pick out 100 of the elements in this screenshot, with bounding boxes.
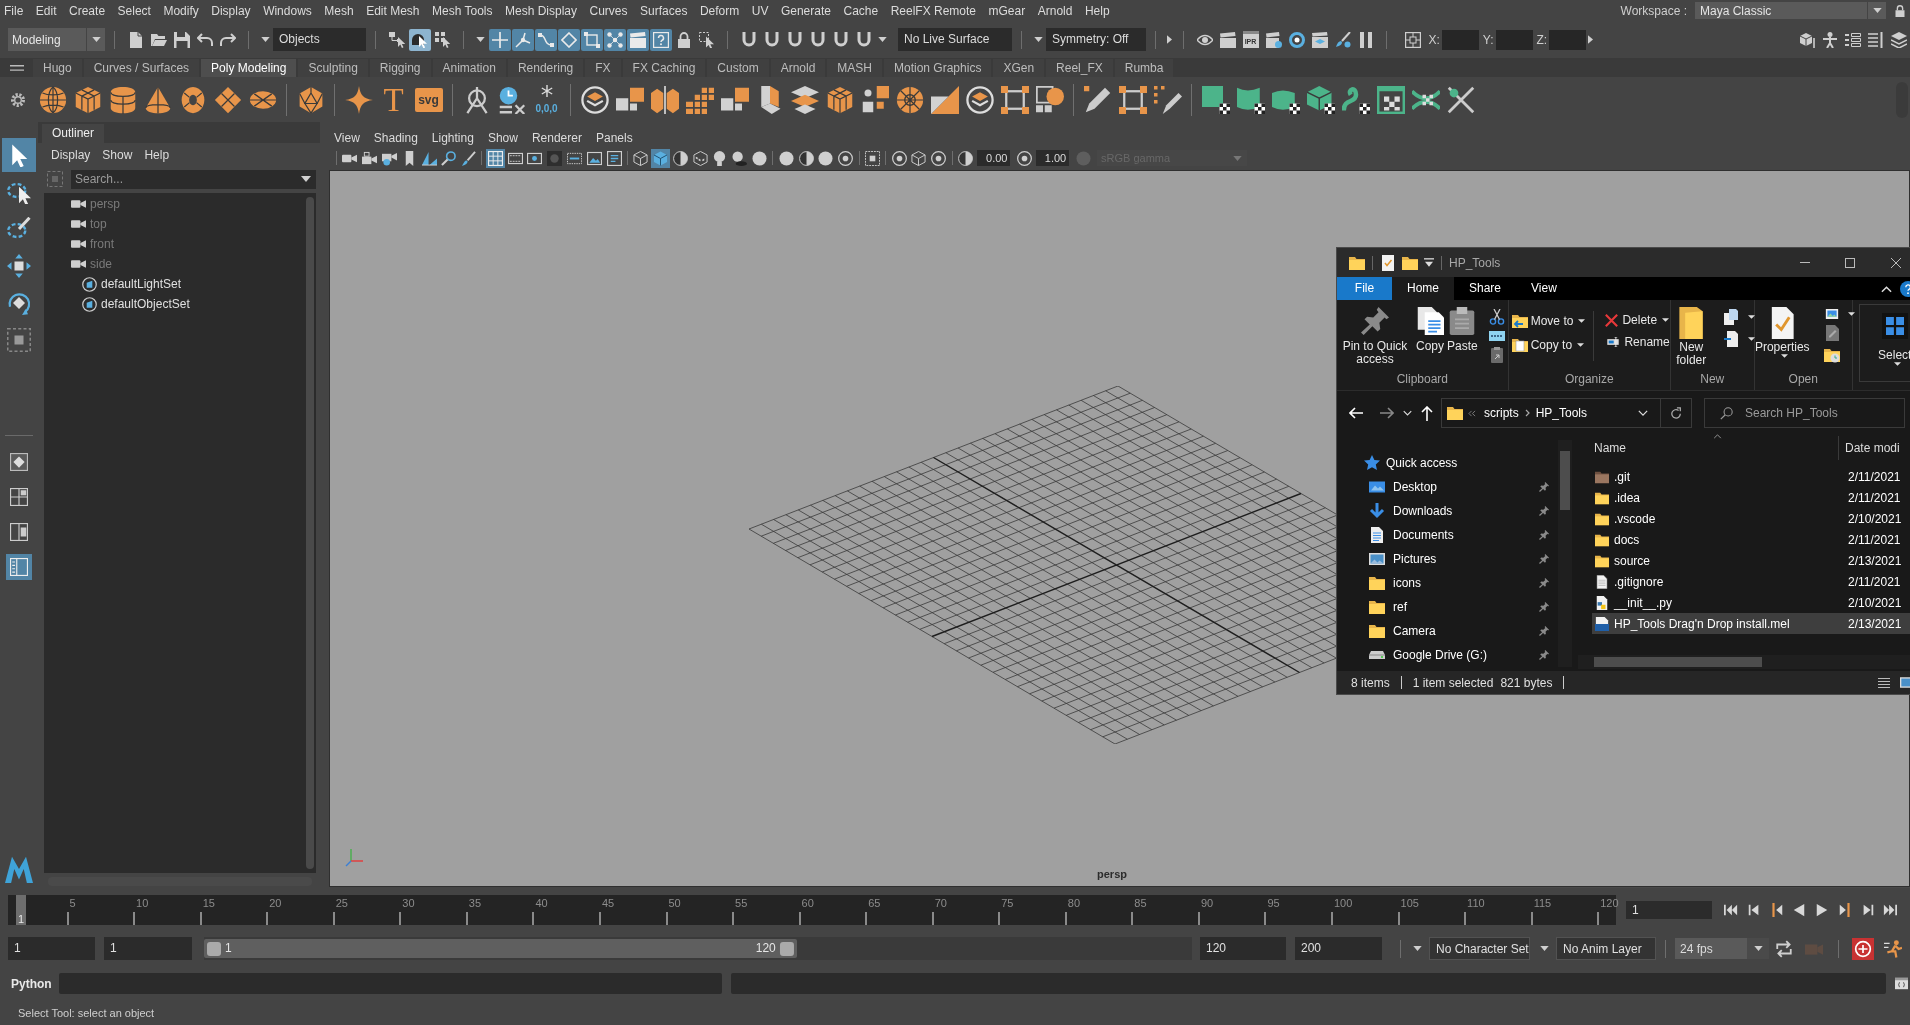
maximize-icon[interactable] (1845, 257, 1855, 268)
column-header[interactable]: Date modi (1845, 441, 1900, 455)
shelf-tab[interactable]: Animation (432, 59, 506, 77)
fps-dropdown[interactable]: 24 fps (1675, 938, 1769, 959)
clipboard-icon[interactable] (1448, 307, 1477, 335)
selection-mask-field[interactable]: Objects (273, 28, 366, 51)
anim-layer-field[interactable]: No Anim Layer (1556, 937, 1656, 960)
time-slider[interactable]: 1 5 10 15 20 25 30 35 40 45 50 55 60 65 70 75 80 85 90 95 100 105 110 115 120 (8, 895, 1616, 925)
skip-to-end-icon[interactable] (1883, 903, 1898, 917)
camera-icon[interactable] (71, 219, 86, 229)
wedge-icon[interactable] (930, 85, 959, 114)
gamma-field[interactable]: 1.00 (1036, 150, 1070, 166)
caret-icon[interactable] (1413, 946, 1422, 951)
menu-item[interactable]: Generate (780, 3, 831, 18)
caret-icon[interactable] (261, 37, 270, 42)
shelf-tab[interactable]: Rendering (507, 59, 584, 77)
menu-item[interactable]: Mesh (324, 3, 354, 18)
stacked-tiles-icon[interactable] (790, 85, 819, 114)
set-icon[interactable] (82, 296, 97, 312)
rename-button[interactable]: Rename (1602, 335, 1670, 349)
script-editor-icon[interactable] (1893, 977, 1909, 990)
pin-button[interactable]: Pin to Quick access (1337, 307, 1413, 366)
set-icon[interactable] (82, 276, 97, 292)
joint-icon[interactable] (511, 28, 534, 51)
menu-item[interactable]: Create (69, 3, 106, 18)
caret-icon[interactable] (1781, 354, 1789, 358)
dots-icon[interactable] (603, 28, 626, 51)
shadow-icon[interactable] (730, 148, 750, 168)
clock-icon[interactable] (497, 85, 526, 114)
file-row[interactable]: __init__.py 2/10/2021 (1592, 592, 1910, 613)
menu-item[interactable]: Select (117, 3, 151, 18)
menu-item[interactable]: Renderer (531, 131, 582, 145)
end-frame-field[interactable]: 200 (1295, 937, 1382, 960)
menu-icon[interactable] (10, 64, 24, 71)
nav-item[interactable]: Pictures (1393, 552, 1437, 566)
file-tab[interactable]: File (1337, 277, 1392, 300)
split-cube-icon[interactable] (650, 85, 679, 114)
diamond-icon[interactable] (213, 85, 242, 114)
caret-icon[interactable] (301, 176, 311, 182)
copy-button[interactable]: Copy (1416, 307, 1444, 353)
outliner-layout-icon[interactable] (6, 554, 32, 580)
menu-item[interactable]: Show (487, 131, 518, 145)
text-tool-button[interactable]: T (379, 84, 408, 115)
refresh-icon[interactable] (1671, 407, 1682, 419)
camera-icon[interactable] (71, 239, 86, 249)
shelf-tab[interactable]: XGen (993, 59, 1045, 77)
menu-item[interactable]: Panels (595, 131, 633, 145)
nav-item[interactable]: Quick access (1386, 456, 1458, 470)
select-all-icon[interactable] (1881, 313, 1908, 339)
move-to-button[interactable]: Move to (1508, 313, 1586, 329)
wireframe-cube-icon[interactable] (909, 148, 929, 168)
up-arrow-icon[interactable] (1421, 405, 1433, 421)
ribbon-tab[interactable]: Home (1392, 277, 1454, 300)
skip-to-start-icon[interactable] (1724, 903, 1738, 917)
outliner-item[interactable]: defaultLightSet (101, 277, 182, 291)
magnifier-icon[interactable] (439, 148, 459, 168)
live-surface-field[interactable]: No Live Surface (898, 28, 1012, 51)
file-row[interactable]: source 2/13/2021 (1592, 550, 1910, 571)
text-lines-icon[interactable] (604, 148, 624, 168)
caret-icon[interactable] (1753, 946, 1763, 951)
svg-tool-button[interactable]: svg (414, 87, 443, 112)
current-frame-marker[interactable]: 1 (16, 895, 27, 925)
half-circle-icon[interactable] (956, 148, 976, 168)
auto-key-icon[interactable] (1852, 937, 1874, 960)
nav-item[interactable]: ref (1393, 600, 1407, 614)
copy-icon[interactable] (1416, 307, 1444, 335)
camera-icon[interactable] (71, 199, 86, 209)
blocks-icon[interactable] (615, 85, 644, 114)
cone-icon[interactable] (143, 85, 172, 114)
nav-item[interactable]: Documents (1393, 528, 1454, 542)
menu-item[interactable]: ReelFX Remote (890, 3, 977, 18)
polyhedron-icon[interactable] (296, 85, 325, 114)
start-frame-field[interactable]: 1 (8, 937, 95, 960)
nav-item[interactable]: icons (1393, 576, 1421, 590)
paste-button[interactable]: Paste (1447, 307, 1478, 353)
menu-item[interactable]: Windows (263, 3, 312, 18)
sparkle-icon[interactable] (344, 85, 373, 114)
scrollbar[interactable] (1558, 440, 1572, 667)
menu-item[interactable]: Arnold (1037, 3, 1073, 18)
file-row[interactable]: .vscode 2/10/2021 (1592, 508, 1910, 529)
caret-icon[interactable] (1540, 946, 1549, 951)
picture-icon[interactable] (1824, 309, 1841, 319)
details-view-icon[interactable] (1878, 675, 1890, 690)
caret-icon[interactable] (1893, 362, 1901, 366)
file-row[interactable]: HP_Tools Drag'n Drop install.mel 2/13/2021 (1592, 613, 1910, 634)
symmetry-dropdown[interactable]: Symmetry: Off (1046, 28, 1146, 51)
frame-icon[interactable] (1118, 85, 1147, 114)
shelf-tab[interactable]: FX Caching (622, 59, 706, 77)
half-circle-icon[interactable] (670, 148, 690, 168)
plus-icon[interactable] (488, 28, 511, 51)
new-item-icon[interactable] (1724, 309, 1741, 325)
camera-icon[interactable] (71, 259, 86, 269)
coordinate-field[interactable] (1441, 29, 1479, 50)
frame-icon[interactable] (1000, 85, 1029, 114)
shelf-tab[interactable]: Reel_FX (1046, 59, 1113, 77)
dotted-pen-icon[interactable] (1153, 85, 1182, 114)
checklist-icon[interactable] (1380, 254, 1396, 271)
forward-arrow-icon[interactable] (1379, 407, 1394, 419)
ring-icon[interactable] (836, 148, 856, 168)
menu-item[interactable]: Edit Mesh (366, 3, 420, 18)
